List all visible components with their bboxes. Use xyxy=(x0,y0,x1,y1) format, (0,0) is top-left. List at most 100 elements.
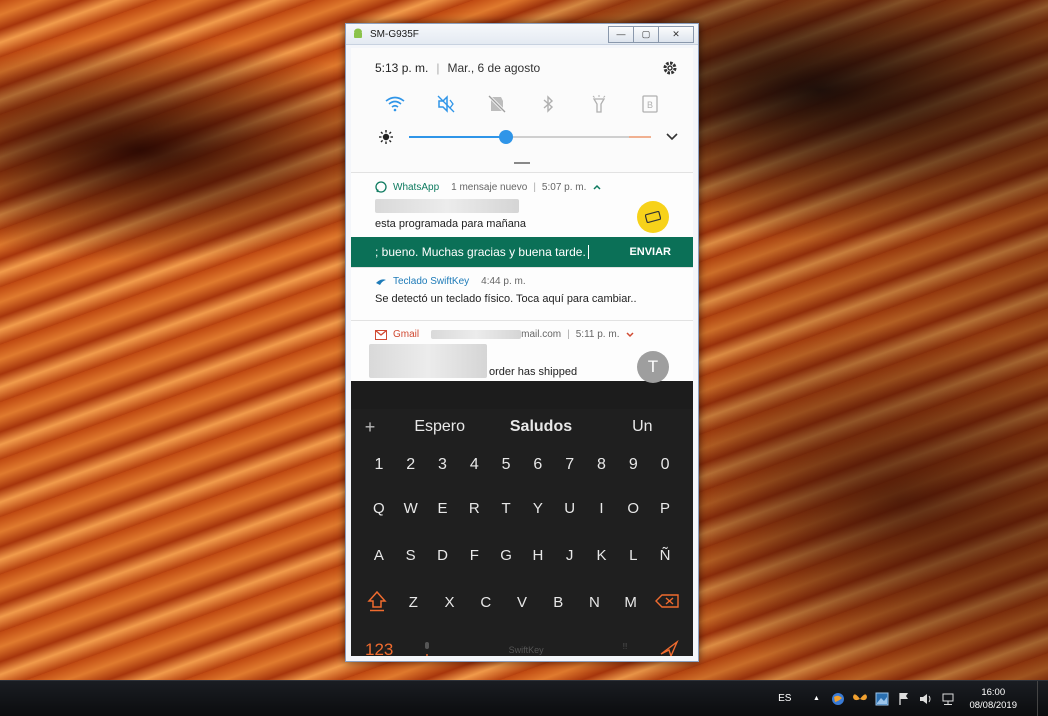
key[interactable]: F xyxy=(461,547,487,564)
key[interactable]: S xyxy=(398,547,424,564)
clock[interactable]: 16:00 08/08/2019 xyxy=(969,686,1017,712)
volume-icon[interactable] xyxy=(918,691,934,707)
key[interactable]: Q xyxy=(366,500,392,517)
send-button[interactable]: ENVIAR xyxy=(615,246,693,258)
bottom-row: 123 SwiftKey !! xyxy=(351,626,693,656)
letter-row-2: A S D F G H J K L Ñ xyxy=(351,532,693,579)
settings-gear-icon[interactable] xyxy=(661,59,679,77)
flashlight-icon[interactable] xyxy=(588,93,610,115)
key[interactable]: 0 xyxy=(652,456,678,474)
mute-vibrate-icon[interactable] xyxy=(435,93,457,115)
key[interactable]: Z xyxy=(400,594,426,611)
suggestion-center[interactable]: Saludos xyxy=(490,418,591,436)
show-hidden-icons-arrow[interactable]: ▲ xyxy=(808,691,824,707)
quick-panel: 5:13 p. m. | Mar., 6 de agosto B xyxy=(351,48,693,172)
phone-screen[interactable]: 5:13 p. m. | Mar., 6 de agosto B WhatsAp… xyxy=(351,48,693,656)
swiftkey-notification[interactable]: Teclado SwiftKey 4:44 p. m. Se detectó u… xyxy=(351,267,693,320)
redacted-subject xyxy=(369,344,487,378)
avatar-letter: T xyxy=(647,357,659,376)
key[interactable]: G xyxy=(493,547,519,564)
wifi-icon[interactable] xyxy=(384,93,406,115)
key[interactable]: A xyxy=(366,547,392,564)
spacebar[interactable]: SwiftKey xyxy=(461,645,591,655)
send-arrow-icon xyxy=(660,639,679,656)
key[interactable]: T xyxy=(493,500,519,517)
system-tray: ES ▲ 16:00 08/08/2019 xyxy=(778,681,1048,716)
phone-mirror-window[interactable]: SM-G935F — ▢ ✕ 5:13 p. m. | Mar., 6 de a… xyxy=(345,23,699,662)
key[interactable]: J xyxy=(557,547,583,564)
toolbar-plus-button[interactable]: + xyxy=(351,417,389,438)
close-button[interactable]: ✕ xyxy=(658,25,694,43)
key[interactable]: P xyxy=(652,500,678,517)
key[interactable]: 6 xyxy=(525,456,551,474)
key[interactable]: R xyxy=(461,500,487,517)
globe-icon[interactable] xyxy=(830,691,846,707)
brightness-slider-thumb[interactable] xyxy=(498,130,513,144)
key[interactable]: 3 xyxy=(429,456,455,474)
key[interactable]: 5 xyxy=(493,456,519,474)
whatsapp-notification[interactable]: WhatsApp 1 mensaje nuevo | 5:07 p. m. es… xyxy=(351,172,693,237)
chevron-down-icon[interactable] xyxy=(625,331,635,339)
show-desktop-button[interactable] xyxy=(1037,681,1048,716)
panel-drag-handle[interactable] xyxy=(514,162,530,164)
chevron-up-icon[interactable] xyxy=(592,183,602,191)
svg-text:!!: !! xyxy=(623,642,627,651)
brightness-slider[interactable] xyxy=(409,130,651,144)
chevron-down-icon[interactable] xyxy=(665,132,679,142)
key[interactable]: L xyxy=(620,547,646,564)
network-icon[interactable] xyxy=(940,691,956,707)
key[interactable]: E xyxy=(429,500,455,517)
butterfly-icon[interactable] xyxy=(852,691,868,707)
email-domain: mail.com xyxy=(521,329,562,340)
notification-app-name: Teclado SwiftKey xyxy=(393,276,470,287)
punctuation-icon[interactable]: !! xyxy=(620,640,630,656)
key[interactable]: 7 xyxy=(557,456,583,474)
clock-time: 16:00 xyxy=(981,686,1006,698)
maximize-button[interactable]: ▢ xyxy=(633,25,659,43)
language-indicator[interactable]: ES xyxy=(778,693,791,704)
suggestion-right[interactable]: Un xyxy=(592,418,693,436)
notification-summary: 1 mensaje nuevo xyxy=(451,181,528,193)
suggestion-left[interactable]: Espero xyxy=(389,418,490,436)
key[interactable]: N xyxy=(581,594,607,611)
key[interactable]: 4 xyxy=(461,456,487,474)
window-titlebar[interactable]: SM-G935F — ▢ ✕ xyxy=(346,24,698,45)
minimize-button[interactable]: — xyxy=(608,25,634,43)
reply-input[interactable]: ; bueno. Muchas gracias y buena tarde. xyxy=(351,245,615,260)
key[interactable]: X xyxy=(437,594,463,611)
bluetooth-icon[interactable] xyxy=(537,93,559,115)
key[interactable]: 1 xyxy=(366,456,392,474)
key[interactable]: O xyxy=(620,500,646,517)
shift-key[interactable] xyxy=(364,590,390,616)
key[interactable]: 9 xyxy=(620,456,646,474)
window-title: SM-G935F xyxy=(370,28,419,40)
key[interactable]: W xyxy=(398,500,424,517)
whatsapp-reply-bar[interactable]: ; bueno. Muchas gracias y buena tarde. E… xyxy=(351,237,693,267)
key[interactable]: M xyxy=(618,594,644,611)
action-center-flag-icon[interactable] xyxy=(896,691,912,707)
key[interactable]: I xyxy=(588,500,614,517)
key[interactable]: B xyxy=(545,594,571,611)
key[interactable]: Ñ xyxy=(652,547,678,564)
key[interactable]: Y xyxy=(525,500,551,517)
notification-message: Se detectó un teclado físico. Toca aquí … xyxy=(375,293,637,305)
gmail-notification[interactable]: Gmail mail.com | 5:11 p. m. order has sh… xyxy=(351,320,693,383)
b-icon[interactable]: B xyxy=(639,93,661,115)
key[interactable]: D xyxy=(429,547,455,564)
location-off-icon[interactable] xyxy=(486,93,508,115)
key[interactable]: V xyxy=(509,594,535,611)
key[interactable]: H xyxy=(525,547,551,564)
key[interactable]: C xyxy=(473,594,499,611)
swiftkey-keyboard[interactable]: + Espero Saludos Un 1 2 3 4 5 6 7 8 9 0 … xyxy=(351,409,693,656)
photo-app-icon[interactable] xyxy=(874,691,890,707)
shift-icon xyxy=(367,590,387,611)
numbers-mode-key[interactable]: 123 xyxy=(365,640,393,656)
backspace-key[interactable] xyxy=(654,593,680,612)
key[interactable]: U xyxy=(557,500,583,517)
key[interactable]: 2 xyxy=(398,456,424,474)
key[interactable]: 8 xyxy=(588,456,614,474)
microphone-icon[interactable] xyxy=(422,640,432,656)
key[interactable]: K xyxy=(588,547,614,564)
send-key[interactable] xyxy=(659,638,679,656)
notification-time: 5:07 p. m. xyxy=(541,181,587,193)
